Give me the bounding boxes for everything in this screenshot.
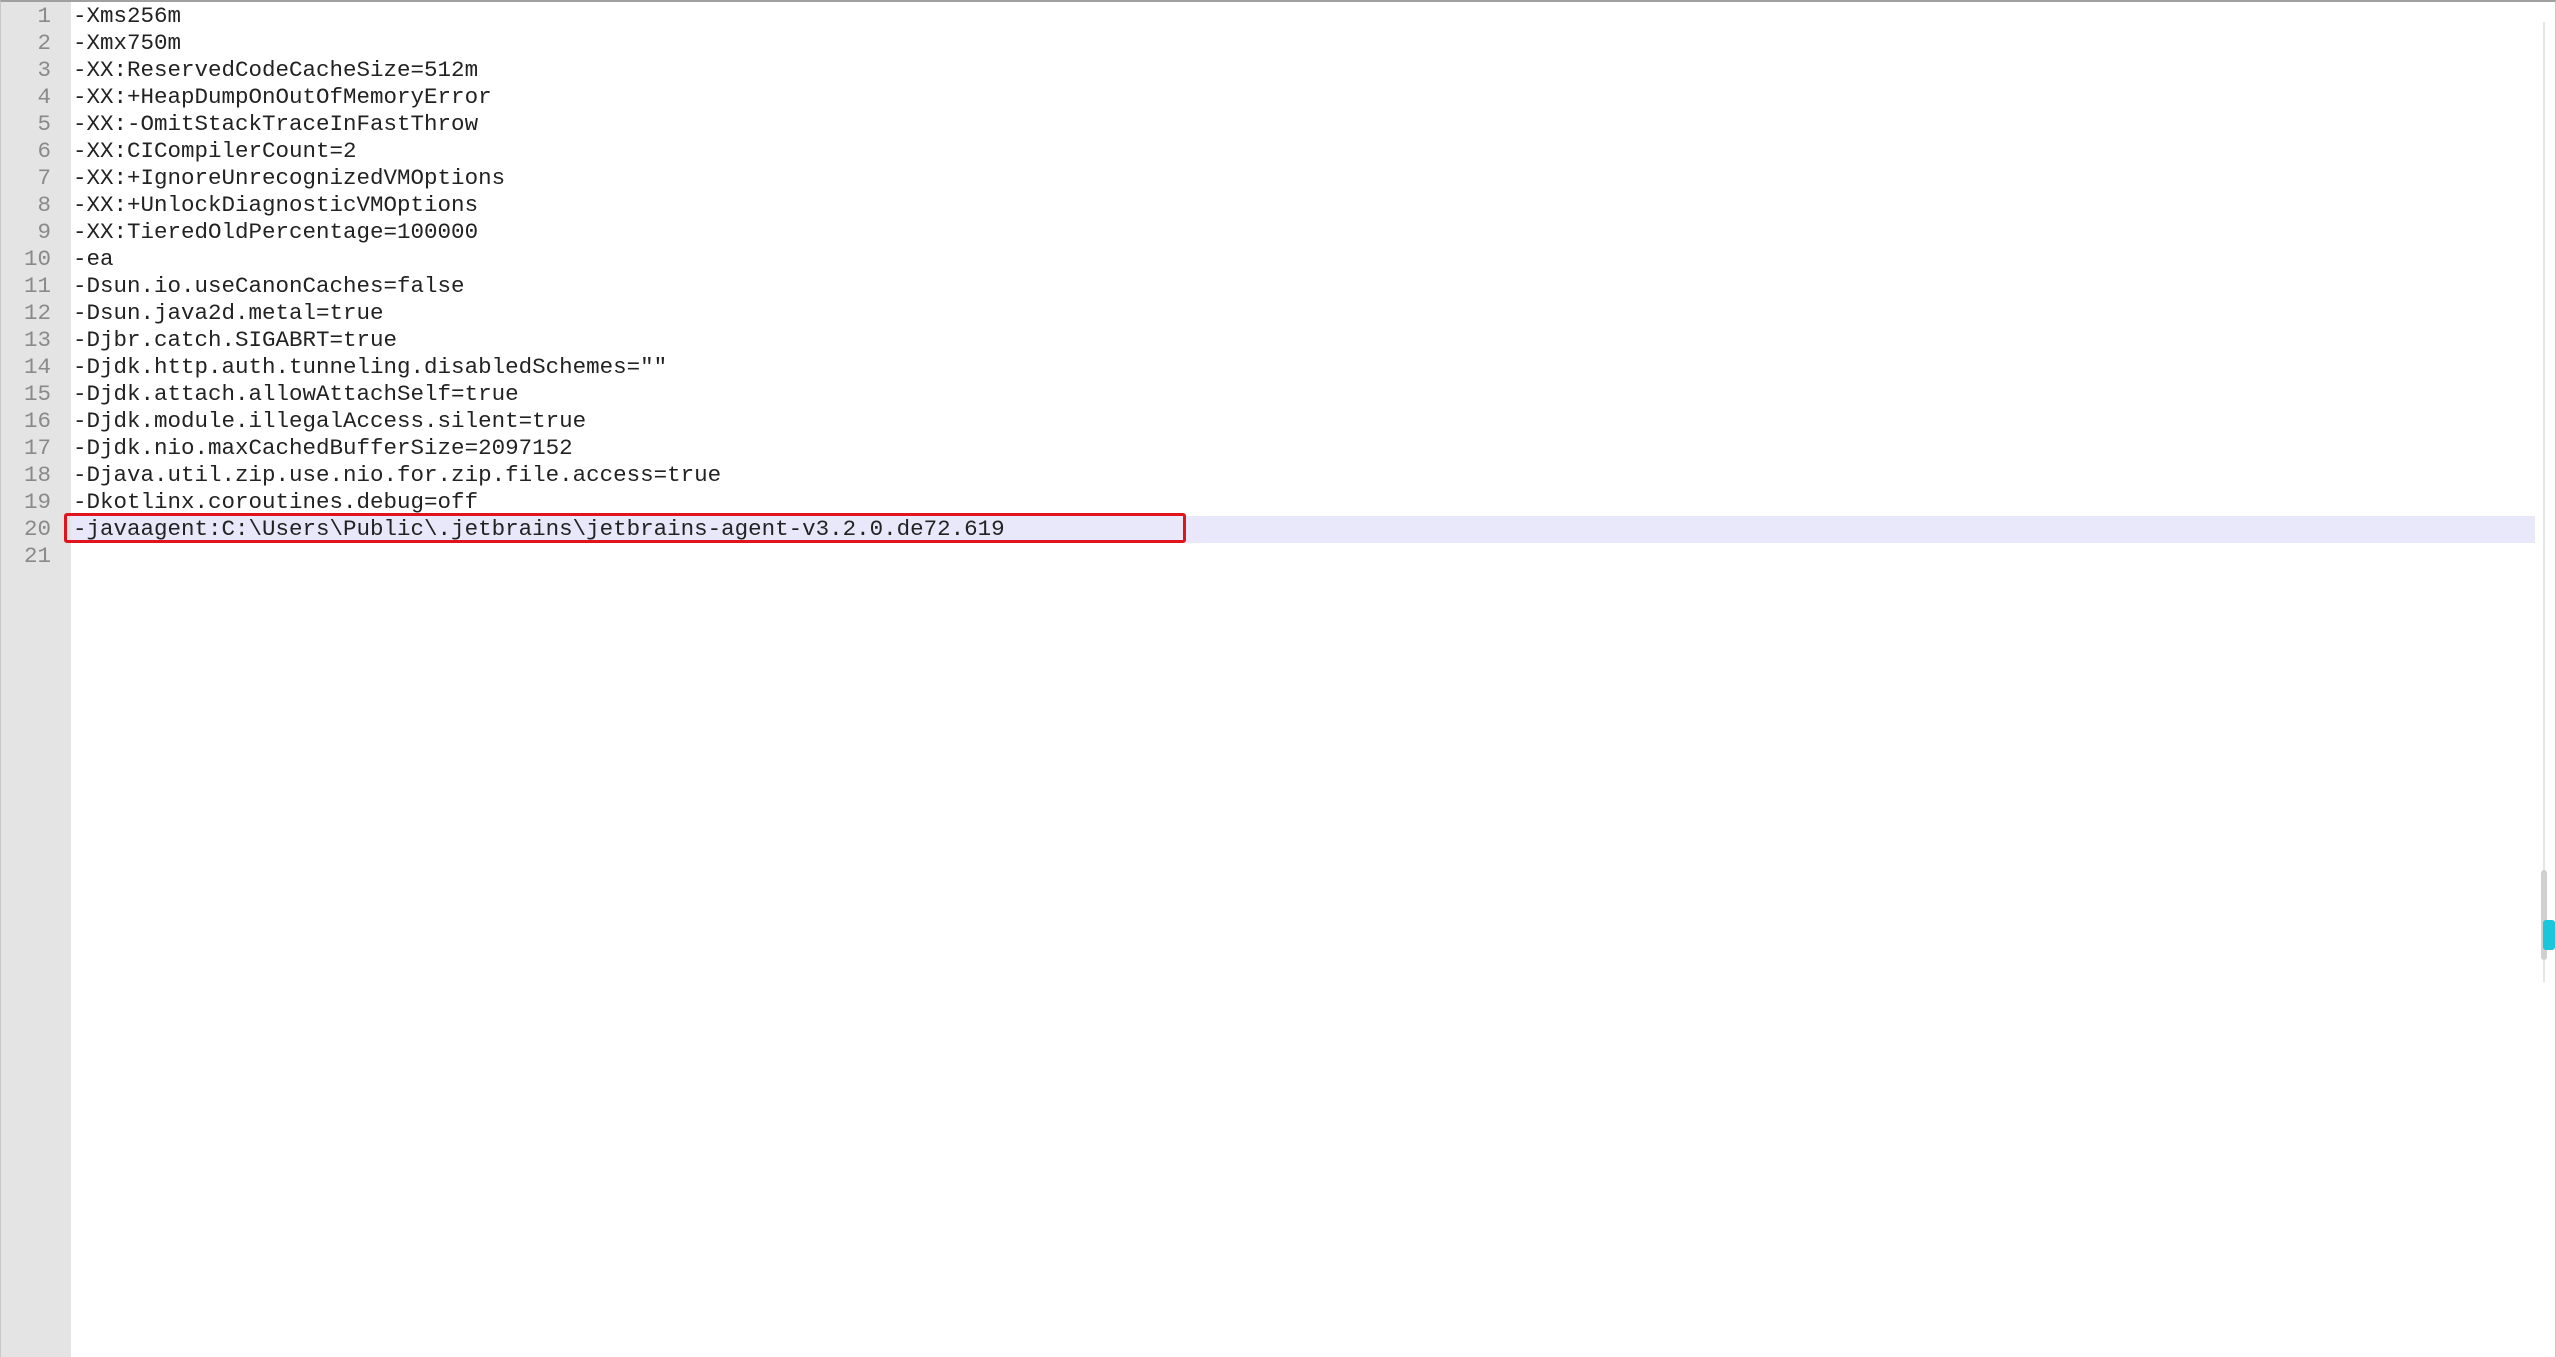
code-line[interactable]: 16 -Djdk.module.illegalAccess.silent=true xyxy=(24,408,2535,435)
line-text: -Xms256m xyxy=(73,3,182,29)
line-text: -XX:+UnlockDiagnosticVMOptions xyxy=(73,192,479,218)
line-text: -Djdk.module.illegalAccess.silent=true xyxy=(73,408,587,434)
line-number: 15 xyxy=(23,381,51,407)
line-number: 1 xyxy=(37,3,51,29)
line-text: -Djdk.attach.allowAttachSelf=true xyxy=(73,381,519,407)
line-text: -Djdk.http.auth.tunneling.disabledScheme… xyxy=(73,354,668,380)
line-number: 9 xyxy=(37,219,51,245)
code-line[interactable]: 2 -Xmx750m xyxy=(37,30,2535,57)
code-line[interactable]: 9 -XX:TieredOldPercentage=100000 xyxy=(37,219,2535,246)
code-line[interactable]: 10 -ea xyxy=(24,246,2535,273)
text-editor-window: 1 -Xms256m 2 -Xmx750m 3 -XX:ReservedCodeCac… xyxy=(0,0,2556,1357)
code-line[interactable]: 15 -Djdk.attach.allowAttachSelf=true xyxy=(24,381,2535,408)
line-number: 7 xyxy=(37,165,51,191)
scrollbar-track[interactable] xyxy=(2543,22,2545,982)
line-number: 5 xyxy=(37,111,51,137)
line-number: 6 xyxy=(37,138,51,164)
code-line[interactable]: 4 -XX:+HeapDumpOnOutOfMemoryError xyxy=(37,84,2535,111)
line-text: -XX:CICompilerCount=2 xyxy=(73,138,357,164)
code-line[interactable]: 17 -Djdk.nio.maxCachedBufferSize=2097152 xyxy=(24,435,2535,462)
line-text: -Djava.util.zip.use.nio.for.zip.file.acc… xyxy=(73,462,722,488)
scroll-position-marker xyxy=(2543,920,2555,950)
code-line[interactable]: 13 -Djbr.catch.SIGABRT=true xyxy=(24,327,2535,354)
line-number: 19 xyxy=(23,489,51,515)
line-number: 14 xyxy=(23,354,51,380)
line-text: -Xmx750m xyxy=(73,30,182,56)
line-text: -XX:-OmitStackTraceInFastThrow xyxy=(73,111,479,137)
code-line[interactable]: 21 xyxy=(24,543,2535,570)
vertical-scrollbar[interactable] xyxy=(2535,2,2555,1357)
line-number: 13 xyxy=(23,327,51,353)
line-number: 18 xyxy=(23,462,51,488)
line-text: -XX:+IgnoreUnrecognizedVMOptions xyxy=(73,165,506,191)
code-line[interactable]: 11 -Dsun.io.useCanonCaches=false xyxy=(24,273,2535,300)
line-text: -Dsun.java2d.metal=true xyxy=(73,300,384,326)
line-number: 8 xyxy=(37,192,51,218)
code-line[interactable]: 3 -XX:ReservedCodeCacheSize=512m xyxy=(37,57,2535,84)
line-text: -Dsun.io.useCanonCaches=false xyxy=(73,273,465,299)
code-line[interactable]: 1 -Xms256m xyxy=(37,3,2535,30)
line-number: 10 xyxy=(23,246,51,272)
line-text: -Djdk.nio.maxCachedBufferSize=2097152 xyxy=(73,435,573,461)
line-text: -Djbr.catch.SIGABRT=true xyxy=(73,327,398,353)
line-text: -XX:+HeapDumpOnOutOfMemoryError xyxy=(73,84,492,110)
line-text: -XX:ReservedCodeCacheSize=512m xyxy=(73,57,479,83)
line-number: 11 xyxy=(23,273,51,299)
code-line[interactable]: 7 -XX:+IgnoreUnrecognizedVMOptions xyxy=(37,165,2535,192)
line-number: 21 xyxy=(23,543,51,569)
code-line[interactable]: 14 -Djdk.http.auth.tunneling.disabledSche… xyxy=(24,354,2535,381)
line-number: 3 xyxy=(37,57,51,83)
line-number: 12 xyxy=(23,300,51,326)
code-line[interactable]: 5 -XX:-OmitStackTraceInFastThrow xyxy=(37,111,2535,138)
text-area[interactable]: 1 -Xms256m 2 -Xmx750m 3 -XX:ReservedCodeCac… xyxy=(24,2,2535,1357)
code-line[interactable]: 8 -XX:+UnlockDiagnosticVMOptions xyxy=(37,192,2535,219)
line-number: 4 xyxy=(37,84,51,110)
line-text: -Dkotlinx.coroutines.debug=off xyxy=(73,489,479,515)
line-text: -ea xyxy=(73,246,114,272)
code-line[interactable]: 6 -XX:CICompilerCount=2 xyxy=(37,138,2535,165)
line-number: 16 xyxy=(23,408,51,434)
code-line[interactable]: 12 -Dsun.java2d.metal=true xyxy=(24,300,2535,327)
line-number: 17 xyxy=(23,435,51,461)
code-lines: 1 -Xms256m 2 -Xmx750m 3 -XX:ReservedCodeCac… xyxy=(24,3,2535,570)
line-number: 2 xyxy=(37,30,51,56)
line-text: -javaagent:C:\Users\Public\.jetbrains\je… xyxy=(73,516,1005,542)
code-line[interactable]: 18 -Djava.util.zip.use.nio.for.zip.file.a… xyxy=(24,462,2535,489)
code-line[interactable]: 19 -Dkotlinx.coroutines.debug=off xyxy=(24,489,2535,516)
current-code-line[interactable]: 20 -javaagent:C:\Users\Public\.jetbrains\… xyxy=(24,513,2535,543)
line-text: -XX:TieredOldPercentage=100000 xyxy=(73,219,479,245)
line-number: 20 xyxy=(23,516,51,542)
